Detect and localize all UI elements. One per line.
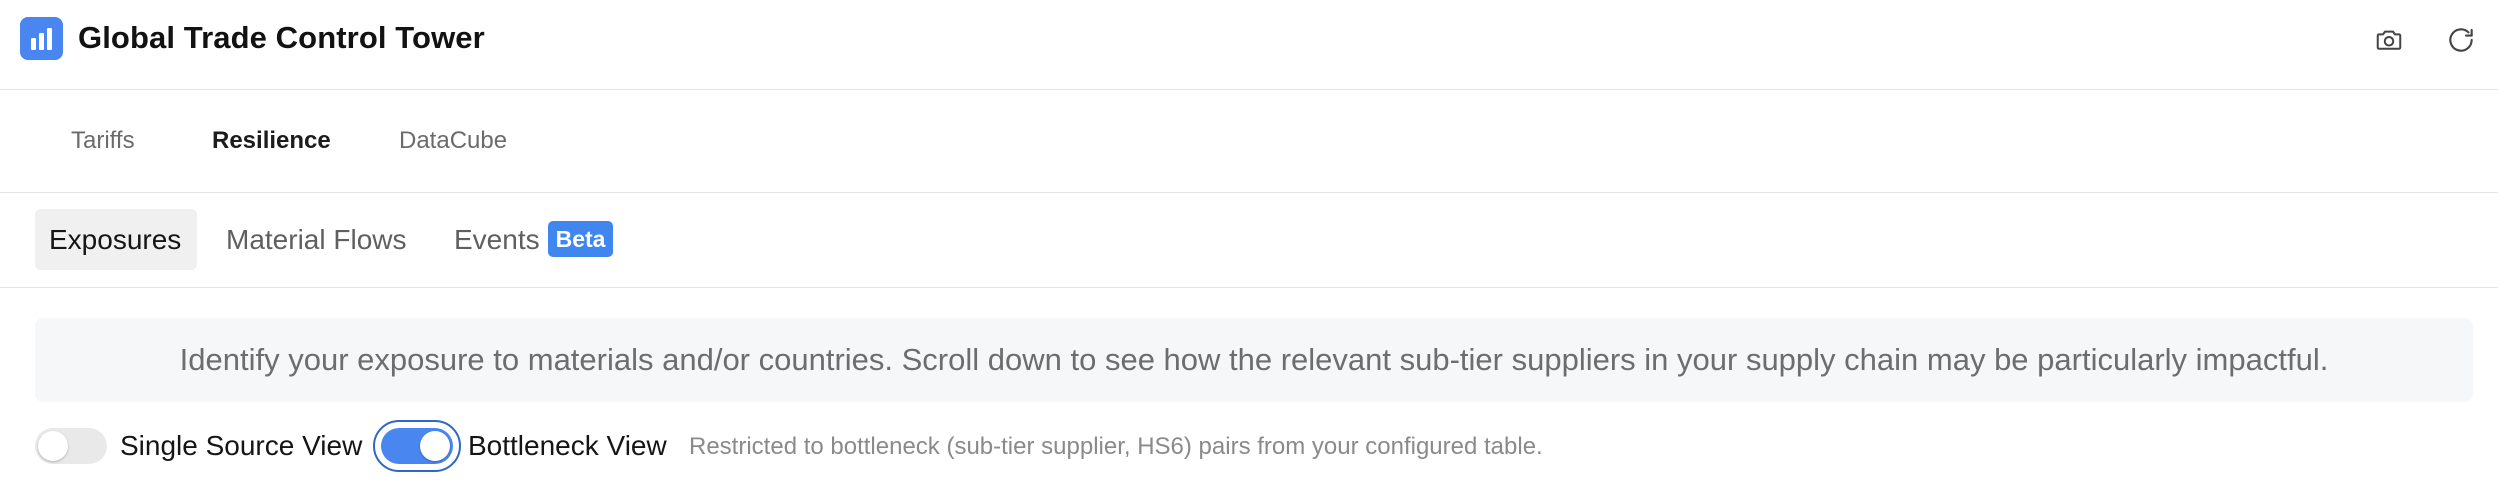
refresh-icon bbox=[2449, 28, 2473, 52]
camera-icon bbox=[2376, 30, 2402, 50]
single-source-toggle[interactable] bbox=[35, 428, 107, 464]
tab-tariffs[interactable]: Tariffs bbox=[71, 119, 135, 163]
bottleneck-toggle[interactable] bbox=[381, 428, 453, 464]
module-tabs: Tariffs Resilience DataCube bbox=[0, 91, 2498, 193]
app-header: Global Trade Control Tower bbox=[0, 0, 2498, 90]
bottleneck-hint: Restricted to bottleneck (sub-tier suppl… bbox=[689, 433, 1543, 460]
subtab-material-flows[interactable]: Material Flows bbox=[212, 209, 420, 270]
screenshot-button[interactable] bbox=[2369, 20, 2409, 60]
subtab-events-label: Events bbox=[454, 224, 540, 255]
bar-chart-icon bbox=[20, 17, 63, 60]
subtab-exposures[interactable]: Exposures bbox=[35, 209, 197, 270]
info-banner: Identify your exposure to materials and/… bbox=[35, 318, 2473, 402]
refresh-button[interactable] bbox=[2441, 20, 2481, 60]
single-source-label: Single Source View bbox=[120, 430, 363, 461]
toggle-knob bbox=[38, 431, 68, 461]
bottleneck-label: Bottleneck View bbox=[468, 430, 667, 461]
app-title: Global Trade Control Tower bbox=[78, 20, 485, 55]
tab-datacube[interactable]: DataCube bbox=[399, 119, 507, 163]
sub-tabs: Exposures Material Flows Events Beta bbox=[0, 194, 2498, 288]
subtab-events[interactable]: Events Beta bbox=[440, 209, 627, 270]
toggle-knob bbox=[420, 431, 450, 461]
info-banner-text: Identify your exposure to materials and/… bbox=[179, 342, 2329, 377]
tab-resilience[interactable]: Resilience bbox=[212, 119, 331, 163]
beta-badge: Beta bbox=[547, 221, 614, 257]
